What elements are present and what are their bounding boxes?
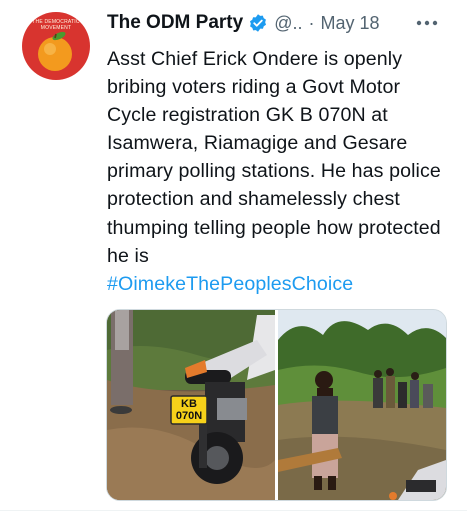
tweet-body: Asst Chief Erick Ondere is openly bribin… bbox=[107, 45, 452, 298]
avatar[interactable]: THE DEMOCRATIC MOVEMENT bbox=[22, 12, 90, 80]
tweet[interactable]: THE DEMOCRATIC MOVEMENT The ODM Party @.… bbox=[0, 0, 467, 513]
media-grid: KB 070N bbox=[106, 309, 447, 501]
tweet-text: Asst Chief Erick Ondere is openly bribin… bbox=[107, 48, 441, 267]
photo-motorcycle[interactable]: KB 070N bbox=[107, 310, 275, 500]
timestamp[interactable]: May 18 bbox=[320, 13, 379, 34]
verified-badge-icon bbox=[248, 13, 268, 33]
handle[interactable]: @.. bbox=[274, 13, 302, 34]
display-name[interactable]: The ODM Party bbox=[107, 12, 243, 34]
tweet-header: The ODM Party @.. · May 18 bbox=[107, 10, 457, 36]
more-options-icon bbox=[416, 20, 438, 26]
orange-logo-icon bbox=[38, 31, 72, 71]
plate-line-1: KB bbox=[181, 398, 197, 410]
hashtag-link[interactable]: #OimekeThePeoplesChoice bbox=[107, 273, 353, 295]
photo-crowd[interactable] bbox=[278, 310, 446, 500]
separator-dot: · bbox=[308, 12, 315, 33]
divider bbox=[0, 510, 467, 511]
more-options-button[interactable] bbox=[415, 10, 439, 36]
plate-line-2: 070N bbox=[175, 410, 203, 422]
